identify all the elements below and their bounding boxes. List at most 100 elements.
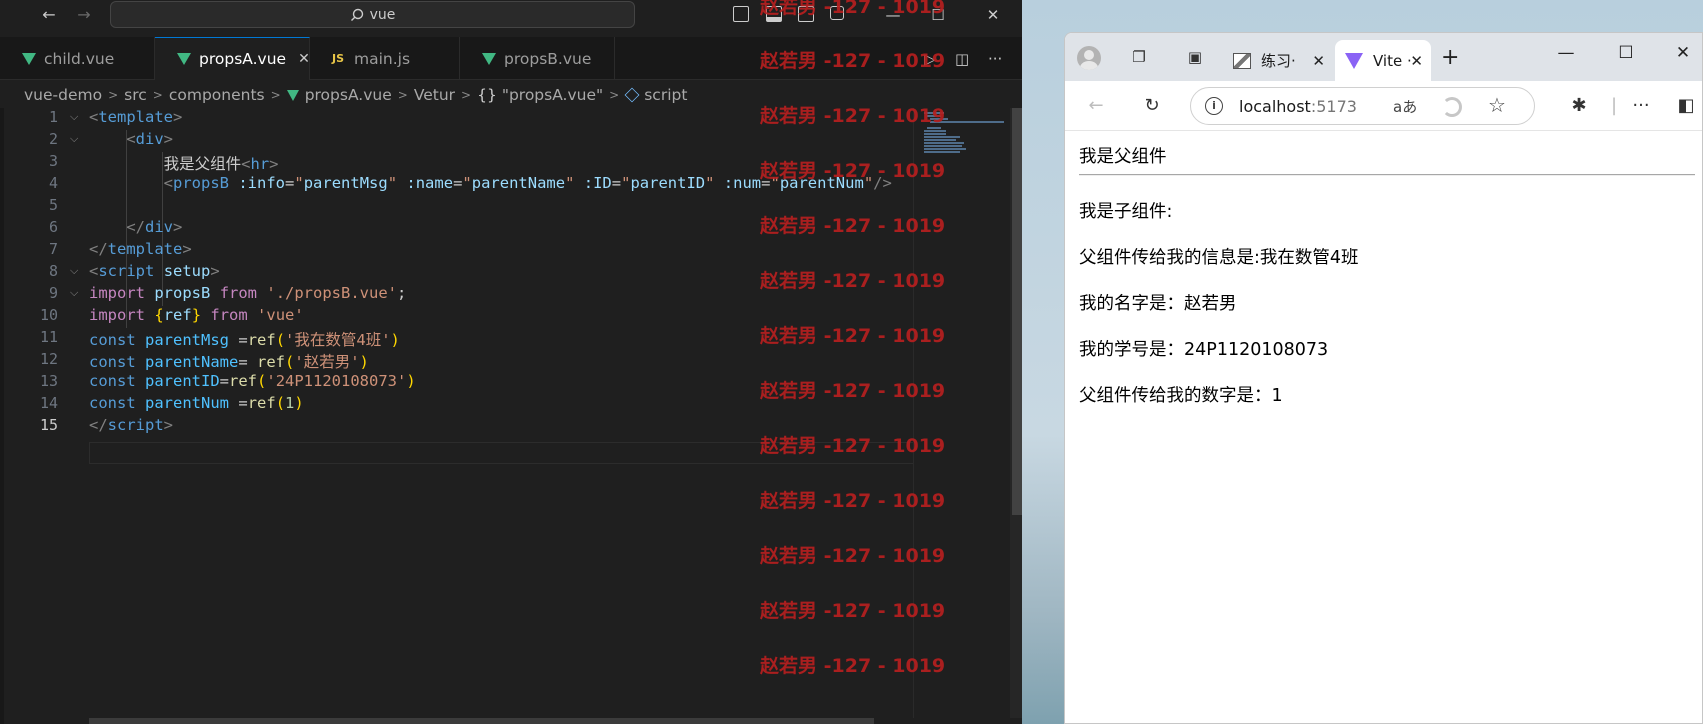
vue-icon bbox=[22, 52, 36, 65]
site-info-icon[interactable]: i bbox=[1205, 97, 1223, 115]
line-number: 4 bbox=[48, 174, 58, 192]
favorite-star-icon[interactable]: ☆ bbox=[1488, 93, 1506, 117]
breadcrumb-item[interactable]: src bbox=[124, 86, 147, 104]
vue-icon bbox=[177, 53, 191, 65]
search-icon bbox=[350, 8, 363, 21]
close-tab-icon[interactable]: ✕ bbox=[1410, 52, 1423, 70]
profile-avatar[interactable] bbox=[1077, 46, 1101, 70]
back-arrow-icon[interactable]: ← bbox=[1085, 95, 1107, 117]
breadcrumb-item[interactable]: vue-demo bbox=[24, 86, 102, 104]
browser-tab-label: 练习· bbox=[1261, 52, 1296, 70]
scrollbar-thumb[interactable] bbox=[1012, 108, 1022, 515]
tab-label: propsB.vue bbox=[504, 49, 592, 68]
line-number: 12 bbox=[39, 350, 58, 368]
tab-label: child.vue bbox=[44, 49, 115, 68]
breadcrumb-item[interactable]: "propsA.vue" bbox=[502, 86, 603, 104]
url-host: localhost bbox=[1239, 96, 1311, 116]
line-number-current: 15 bbox=[39, 416, 58, 434]
line-number: 14 bbox=[39, 394, 58, 412]
watermark: 赵若男 -127 - 1019 bbox=[760, 655, 946, 677]
browser-tab-vite[interactable]: Vite · ✕ bbox=[1335, 40, 1431, 81]
refresh-icon[interactable]: ↻ bbox=[1141, 95, 1163, 117]
read-aloud-icon[interactable]: aあ bbox=[1393, 96, 1417, 117]
breadcrumb-item[interactable]: script bbox=[644, 86, 687, 104]
close-tab-icon[interactable]: ✕ bbox=[298, 51, 310, 67]
code-line: 我是父组件<hr> bbox=[89, 155, 279, 173]
browser-tab-practice[interactable]: 练习· ✕ bbox=[1223, 40, 1333, 81]
fold-chevron-icon[interactable]: ⌵ bbox=[70, 286, 78, 300]
line-number: 1 bbox=[48, 108, 58, 126]
vite-logo-icon bbox=[1345, 52, 1363, 69]
minimize-icon[interactable]: — bbox=[1553, 43, 1579, 63]
line-number: 3 bbox=[48, 152, 58, 170]
search-text: vue bbox=[369, 6, 396, 23]
code-line: import propsB from './propsB.vue'; bbox=[89, 284, 407, 302]
address-bar[interactable]: i localhost:5173 aあ ☆ bbox=[1190, 87, 1535, 125]
tab-child-vue[interactable]: child.vue bbox=[0, 37, 155, 80]
split-editor-icon[interactable]: ◫ bbox=[955, 37, 969, 80]
student-id-line: 我的学号是：24P1120108073 bbox=[1079, 340, 1329, 360]
code-line: const parentName= ref('赵若男') bbox=[89, 353, 369, 371]
more-actions-icon[interactable]: ··· bbox=[988, 37, 1002, 80]
breadcrumb-item[interactable]: Vetur bbox=[414, 86, 455, 104]
breadcrumb-item[interactable]: components bbox=[169, 86, 265, 104]
watermark: 赵若男 -127 - 1019 bbox=[760, 545, 946, 567]
close-window-icon[interactable]: ✕ bbox=[1670, 43, 1696, 63]
collections-icon[interactable]: ❐ bbox=[1129, 47, 1149, 67]
watermark: 赵若男 -127 - 1019 bbox=[760, 435, 946, 457]
watermark: 赵若男 -127 - 1019 bbox=[760, 105, 946, 127]
close-window-icon[interactable]: ✕ bbox=[980, 3, 1006, 27]
code-line: </div> bbox=[126, 218, 183, 236]
tab-propsA-vue[interactable]: propsA.vue ✕ bbox=[155, 37, 310, 80]
forward-arrow-icon[interactable]: → bbox=[73, 4, 95, 26]
edge-sync-icon[interactable] bbox=[1442, 97, 1462, 117]
code-line: const parentMsg =ref('我在数管4班') bbox=[89, 331, 400, 349]
new-tab-icon[interactable]: + bbox=[1441, 45, 1459, 70]
tab-label: main.js bbox=[354, 49, 411, 68]
command-center-search[interactable]: vue bbox=[110, 1, 635, 28]
child-component-title: 我是子组件: bbox=[1079, 202, 1173, 222]
line-number: 5 bbox=[48, 196, 58, 214]
settings-more-icon[interactable]: ··· bbox=[1630, 95, 1652, 117]
browser-tab-label: Vite · bbox=[1373, 51, 1412, 70]
line-number: 7 bbox=[48, 240, 58, 258]
sidebar-toggle-icon[interactable]: ◧ bbox=[1675, 95, 1697, 117]
extensions-icon[interactable]: ✱ bbox=[1568, 95, 1590, 117]
vue-icon bbox=[482, 52, 496, 65]
js-icon: JS bbox=[332, 52, 345, 65]
tab-actions-icon[interactable]: ▣ bbox=[1185, 47, 1205, 67]
code-line: </template> bbox=[89, 240, 192, 258]
breadcrumb-item[interactable]: propsA.vue bbox=[305, 86, 392, 104]
parent-component-title: 我是父组件 bbox=[1079, 147, 1167, 167]
code-editor[interactable]: 1 2 3 4 5 6 7 8 9 10 11 12 13 14 15 ⌵ ⌵ … bbox=[0, 108, 1022, 718]
fold-chevron-icon[interactable]: ⌵ bbox=[70, 110, 78, 124]
back-arrow-icon[interactable]: ← bbox=[38, 4, 60, 26]
symbol-cube-icon bbox=[624, 87, 640, 103]
minimap[interactable] bbox=[913, 108, 1009, 718]
toggle-primary-sidebar-icon[interactable] bbox=[733, 6, 749, 22]
watermark: 赵若男 -127 - 1019 bbox=[760, 490, 946, 512]
tab-label: propsA.vue bbox=[199, 50, 287, 68]
code-line: const parentNum =ref(1) bbox=[89, 394, 304, 412]
tab-propsB-vue[interactable]: propsB.vue bbox=[460, 37, 615, 80]
watermark: 赵若男 -127 - 1019 bbox=[760, 50, 946, 72]
vertical-scrollbar[interactable] bbox=[1010, 108, 1022, 718]
code-line: const parentID=ref('24P1120108073') bbox=[89, 372, 416, 390]
maximize-icon[interactable]: ☐ bbox=[1613, 43, 1639, 63]
watermark: 赵若男 -127 - 1019 bbox=[760, 600, 946, 622]
tab-main-js[interactable]: JS main.js bbox=[310, 37, 460, 80]
close-tab-icon[interactable]: ✕ bbox=[1312, 52, 1325, 70]
line-number: 2 bbox=[48, 130, 58, 148]
watermark: 赵若男 -127 - 1019 bbox=[760, 325, 946, 347]
line-number: 13 bbox=[39, 372, 58, 390]
braces-icon: {} bbox=[477, 86, 497, 104]
code-line: <template> bbox=[89, 108, 183, 126]
fold-chevron-icon[interactable]: ⌵ bbox=[70, 264, 78, 278]
watermark: 赵若男 -127 - 1019 bbox=[760, 160, 946, 182]
fold-chevron-icon[interactable]: ⌵ bbox=[70, 132, 78, 146]
horizontal-scrollbar[interactable] bbox=[89, 718, 874, 724]
name-line: 我的名字是：赵若男 bbox=[1079, 294, 1237, 314]
line-number: 9 bbox=[48, 284, 58, 302]
number-line: 父组件传给我的数字是：1 bbox=[1079, 386, 1283, 406]
